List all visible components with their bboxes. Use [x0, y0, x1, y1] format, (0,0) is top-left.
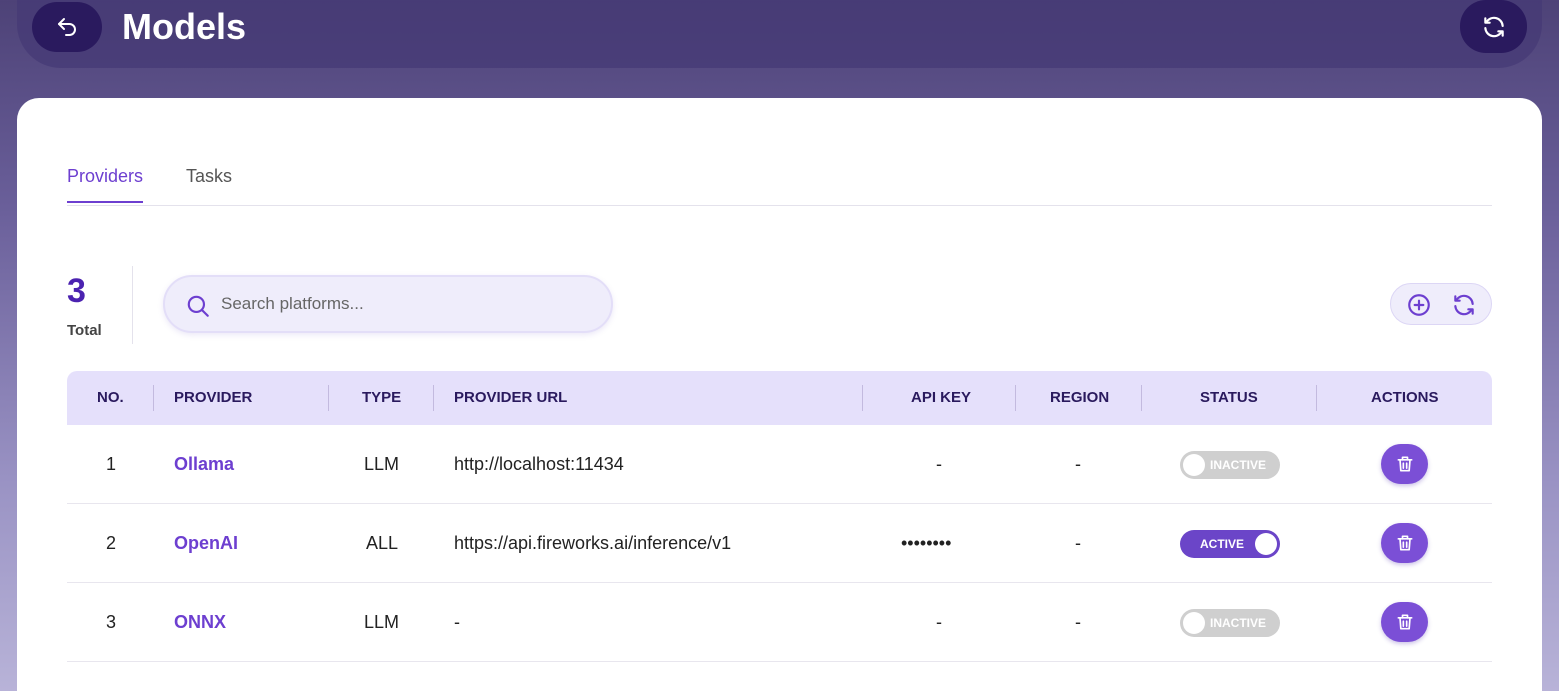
total-label: Total	[67, 322, 102, 339]
provider-type: LLM	[364, 454, 400, 474]
table-row: 3 ONNX LLM - - - INACTIVE	[67, 583, 1492, 662]
column-divider	[153, 385, 154, 411]
refresh-icon	[1483, 16, 1504, 37]
total-summary: 3 Total	[67, 266, 133, 344]
col-provider-url: PROVIDER URL	[454, 389, 568, 406]
table-header: NO. PROVIDER TYPE PROVIDER URL API KEY R…	[67, 371, 1492, 425]
api-key: -	[936, 454, 942, 474]
back-button[interactable]	[32, 2, 102, 52]
api-key-masked: ••••••••	[901, 533, 952, 553]
toggle-knob	[1183, 454, 1205, 476]
col-status: STATUS	[1200, 389, 1258, 406]
delete-button[interactable]	[1381, 523, 1428, 563]
table-row: 1 Ollama LLM http://localhost:11434 - - …	[67, 425, 1492, 504]
status-toggle[interactable]: ACTIVE	[1180, 530, 1280, 558]
column-divider	[1141, 385, 1142, 411]
back-arrow-icon	[58, 18, 76, 36]
column-divider	[862, 385, 863, 411]
main-card: Providers Tasks 3 Total NO. PROVIDER	[17, 98, 1542, 691]
tab-providers[interactable]: Providers	[67, 166, 144, 203]
row-number: 2	[106, 533, 117, 553]
status-toggle[interactable]: INACTIVE	[1180, 609, 1280, 637]
status-toggle[interactable]: INACTIVE	[1180, 451, 1280, 479]
provider-url: https://api.fireworks.ai/inference/v1	[454, 533, 732, 553]
provider-type: LLM	[364, 612, 400, 632]
providers-table: NO. PROVIDER TYPE PROVIDER URL API KEY R…	[67, 371, 1492, 662]
refresh-button[interactable]	[1460, 0, 1527, 53]
row-number: 1	[106, 454, 117, 474]
column-divider	[1316, 385, 1317, 411]
api-key: -	[936, 612, 942, 632]
toggle-knob	[1255, 533, 1277, 555]
trash-icon	[1397, 614, 1412, 630]
provider-url: http://localhost:11434	[454, 454, 624, 474]
page-title: Models	[122, 6, 247, 47]
tab-tasks[interactable]: Tasks	[186, 166, 232, 201]
column-divider	[1015, 385, 1016, 411]
search-input[interactable]	[221, 287, 591, 321]
status-label: INACTIVE	[1210, 458, 1267, 472]
col-no: NO.	[97, 389, 124, 406]
provider-type: ALL	[366, 533, 399, 553]
region: -	[1075, 612, 1081, 632]
trash-icon	[1397, 456, 1412, 472]
add-circle-icon[interactable]	[1406, 292, 1432, 318]
provider-link[interactable]: ONNX	[174, 583, 226, 662]
region: -	[1075, 454, 1081, 474]
row-number: 3	[106, 612, 117, 632]
provider-link[interactable]: OpenAI	[174, 504, 238, 583]
provider-url: -	[454, 612, 460, 632]
provider-link[interactable]: Ollama	[174, 425, 234, 504]
delete-button[interactable]	[1381, 602, 1428, 642]
col-region: REGION	[1050, 389, 1110, 406]
region: -	[1075, 533, 1081, 553]
status-label: INACTIVE	[1210, 616, 1267, 630]
col-type: TYPE	[362, 389, 402, 406]
table-toolbar	[1390, 283, 1492, 325]
col-api-key: API KEY	[911, 389, 972, 406]
tab-bar: Providers Tasks	[67, 154, 1492, 206]
trash-icon	[1397, 535, 1412, 551]
search-icon	[187, 295, 209, 317]
search-box	[163, 275, 613, 333]
refresh-icon[interactable]	[1451, 292, 1477, 318]
toggle-knob	[1183, 612, 1205, 634]
status-label: ACTIVE	[1200, 537, 1245, 551]
column-divider	[433, 385, 434, 411]
table-row: 2 OpenAI ALL https://api.fireworks.ai/in…	[67, 504, 1492, 583]
column-divider	[328, 385, 329, 411]
total-count: 3	[67, 272, 86, 310]
col-provider: PROVIDER	[174, 389, 253, 406]
delete-button[interactable]	[1381, 444, 1428, 484]
col-actions: ACTIONS	[1371, 389, 1439, 406]
